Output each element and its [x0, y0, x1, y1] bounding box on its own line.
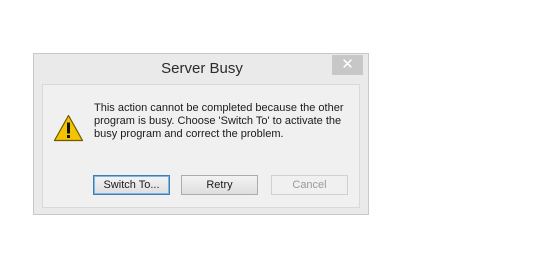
retry-button[interactable]: Retry: [181, 175, 258, 195]
server-busy-dialog: Server Busy ✕ This action cannot be comp…: [33, 53, 369, 215]
switch-to-button[interactable]: Switch To...: [93, 175, 170, 195]
dialog-message: This action cannot be completed because …: [94, 102, 344, 140]
cancel-button[interactable]: Cancel: [271, 175, 348, 195]
dialog-title: Server Busy: [161, 60, 243, 77]
warning-icon: [53, 114, 84, 142]
dialog-content: This action cannot be completed because …: [42, 84, 360, 208]
close-button[interactable]: ✕: [332, 55, 363, 75]
close-icon: ✕: [341, 56, 354, 73]
